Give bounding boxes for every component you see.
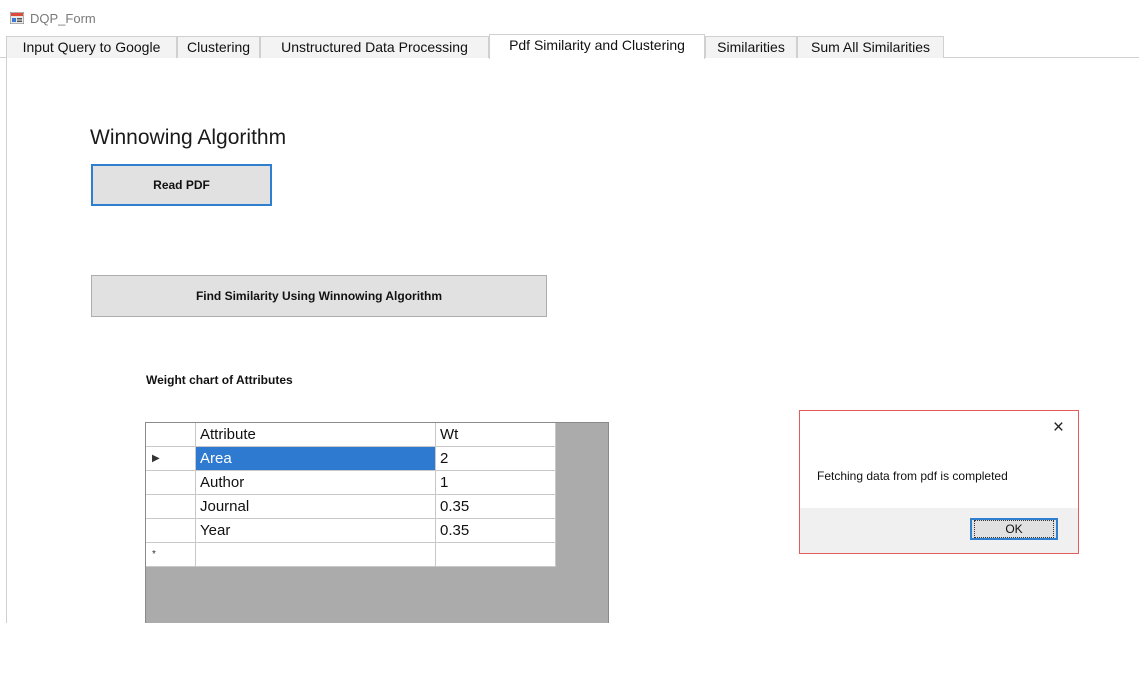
table-row[interactable]: Journal 0.35 — [146, 495, 556, 519]
table-row[interactable]: Year 0.35 — [146, 519, 556, 543]
title-bar: DQP_Form — [0, 0, 1139, 34]
tab-input-query-to-google[interactable]: Input Query to Google — [6, 36, 177, 58]
read-pdf-button[interactable]: Read PDF — [91, 164, 272, 206]
dialog-footer: OK — [800, 508, 1078, 553]
window-title: DQP_Form — [30, 11, 96, 26]
ok-button-label: OK — [974, 520, 1054, 538]
tab-similarities[interactable]: Similarities — [705, 36, 797, 58]
page-heading: Winnowing Algorithm — [90, 126, 287, 149]
cell-wt[interactable]: 0.35 — [436, 519, 556, 543]
find-similarity-button[interactable]: Find Similarity Using Winnowing Algorith… — [91, 275, 547, 317]
cell-attribute[interactable]: Author — [196, 471, 436, 495]
tab-sum-all-similarities[interactable]: Sum All Similarities — [797, 36, 944, 58]
tab-strip: Input Query to Google Clustering Unstruc… — [0, 34, 1139, 59]
row-header[interactable] — [146, 519, 196, 543]
tab-unstructured-data-processing[interactable]: Unstructured Data Processing — [260, 36, 489, 58]
grid-corner-cell — [146, 423, 196, 447]
row-header[interactable]: ▶ — [146, 447, 196, 471]
column-header-wt[interactable]: Wt — [436, 423, 556, 447]
table-row[interactable]: ▶ Area 2 — [146, 447, 556, 471]
close-icon[interactable]: × — [1053, 417, 1064, 439]
grid-header-row: Attribute Wt — [146, 423, 556, 447]
new-table-row[interactable]: * — [146, 543, 556, 567]
message-dialog: × Fetching data from pdf is completed OK — [799, 410, 1079, 554]
cell-attribute[interactable]: Journal — [196, 495, 436, 519]
tab-clustering[interactable]: Clustering — [177, 36, 260, 58]
tab-pdf-similarity-and-clustering[interactable]: Pdf Similarity and Clustering — [489, 34, 705, 59]
cell-wt[interactable]: 0.35 — [436, 495, 556, 519]
attribute-weight-grid[interactable]: Attribute Wt ▶ Area 2 Author 1 Journal 0… — [145, 422, 609, 623]
cell-wt[interactable]: 2 — [436, 447, 556, 471]
dialog-message: Fetching data from pdf is completed — [817, 469, 1008, 483]
cell-attribute[interactable]: Area — [196, 447, 436, 471]
row-header[interactable]: * — [146, 543, 196, 567]
cell-attribute[interactable]: Year — [196, 519, 436, 543]
cell-wt-new[interactable] — [436, 543, 556, 567]
weight-chart-label: Weight chart of Attributes — [146, 373, 293, 387]
ok-button[interactable]: OK — [970, 518, 1058, 540]
row-header[interactable] — [146, 471, 196, 495]
cell-attribute-new[interactable] — [196, 543, 436, 567]
table-row[interactable]: Author 1 — [146, 471, 556, 495]
current-row-arrow-icon: ▶ — [152, 453, 160, 464]
column-header-attribute[interactable]: Attribute — [196, 423, 436, 447]
row-header[interactable] — [146, 495, 196, 519]
cell-wt[interactable]: 1 — [436, 471, 556, 495]
new-row-asterisk-icon: * — [152, 549, 156, 560]
form-window-icon — [10, 12, 24, 24]
